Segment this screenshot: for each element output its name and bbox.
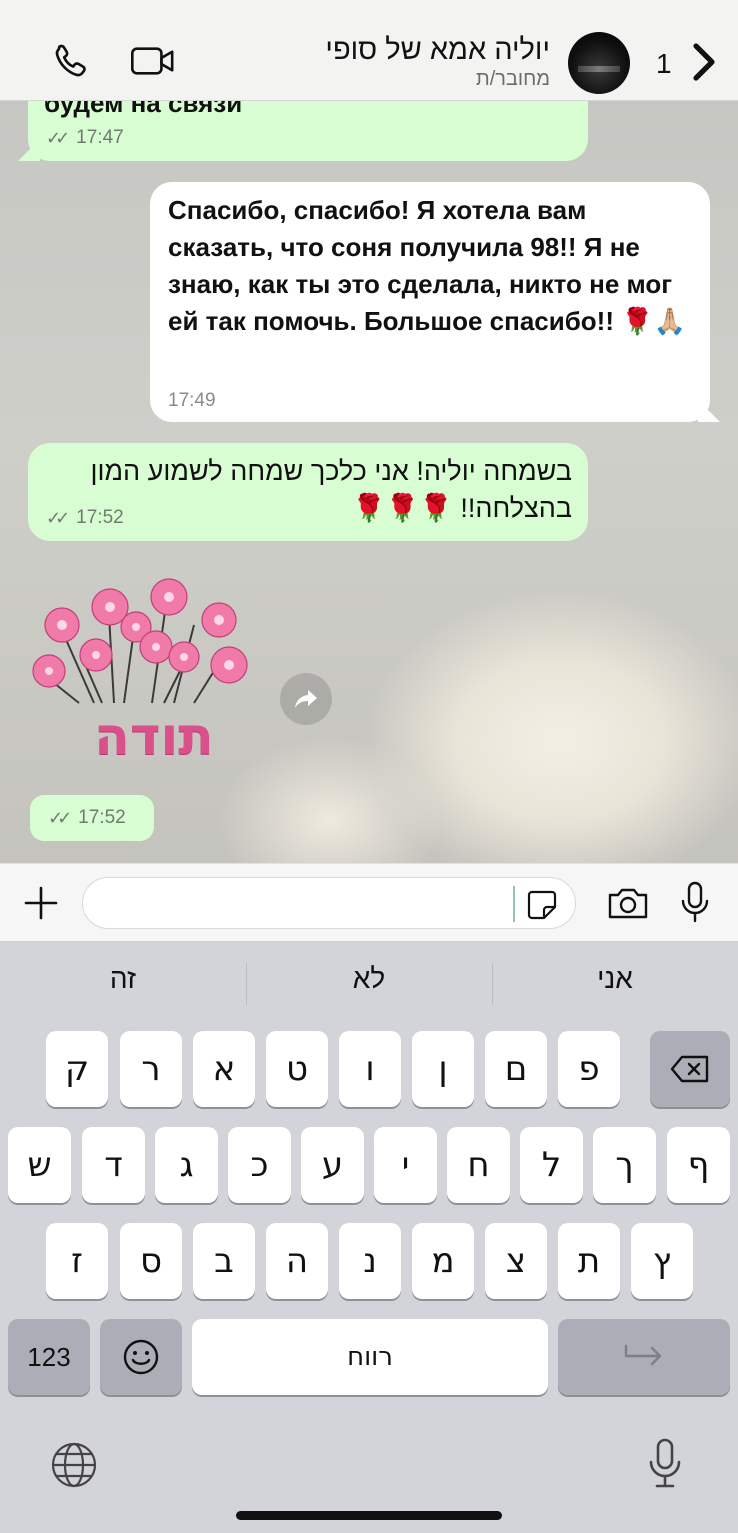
key[interactable]: א <box>193 1031 255 1107</box>
key[interactable]: ה <box>266 1223 328 1299</box>
message-bubble-incoming[interactable]: Спасибо, спасибо! Я хотела вам сказать, … <box>150 182 720 422</box>
key[interactable]: נ <box>339 1223 401 1299</box>
key[interactable]: ל <box>520 1127 583 1203</box>
key[interactable]: ך <box>593 1127 656 1203</box>
key[interactable]: ש <box>8 1127 71 1203</box>
key[interactable]: ר <box>120 1031 182 1107</box>
message-time: 17:49 <box>168 390 216 411</box>
key[interactable]: ו <box>339 1031 401 1107</box>
flowers-illustration <box>32 578 248 704</box>
key[interactable]: ת <box>558 1223 620 1299</box>
return-icon <box>624 1344 662 1366</box>
key[interactable]: ם <box>485 1031 547 1107</box>
suggestion[interactable]: אני <box>492 963 738 995</box>
message-input-bar <box>0 863 738 941</box>
globe-icon[interactable] <box>48 1439 100 1491</box>
phone-icon[interactable] <box>48 38 94 84</box>
emoji-key[interactable] <box>100 1319 182 1395</box>
plus-icon[interactable] <box>20 882 62 924</box>
key[interactable]: צ <box>485 1223 547 1299</box>
back-chevron-icon[interactable] <box>690 42 718 87</box>
message-time: ✓✓ 17:52 <box>48 807 126 828</box>
avatar[interactable] <box>568 32 630 94</box>
key[interactable]: ץ <box>631 1223 693 1299</box>
key[interactable]: ן <box>412 1031 474 1107</box>
bubble-tail <box>698 400 720 422</box>
text-caret <box>513 886 515 922</box>
forward-icon[interactable] <box>280 673 332 725</box>
numbers-key[interactable]: 123 <box>8 1319 90 1395</box>
key[interactable]: ב <box>193 1223 255 1299</box>
space-key[interactable]: רווח <box>192 1319 548 1395</box>
read-receipt-icon: ✓✓ <box>46 127 70 148</box>
sticker-icon[interactable] <box>525 888 559 922</box>
key[interactable]: ג <box>155 1127 218 1203</box>
key[interactable]: ע <box>301 1127 364 1203</box>
message-time: ✓✓ 17:52 <box>46 507 124 528</box>
key[interactable]: ט <box>266 1031 328 1107</box>
contact-status: מחובר/ת <box>475 68 550 90</box>
emoji-icon <box>123 1339 159 1375</box>
message-input[interactable] <box>82 877 576 929</box>
key[interactable]: ק <box>46 1031 108 1107</box>
video-call-icon[interactable] <box>130 38 176 84</box>
sticker-text: תודה <box>94 707 214 767</box>
chat-header: יוליה אמא של סופי מחובר/ת 1 <box>0 0 738 101</box>
contact-name[interactable]: יוליה אמא של סופי <box>325 34 550 67</box>
suggestion-divider <box>246 963 247 1005</box>
key[interactable]: ף <box>667 1127 730 1203</box>
key[interactable]: י <box>374 1127 437 1203</box>
key[interactable]: ד <box>82 1127 145 1203</box>
message-bubble-outgoing[interactable]: будем на связи ✓✓ 17:47 <box>28 101 588 161</box>
message-bubble-outgoing[interactable]: בשמחה יוליה! אני כלכך שמחה לשמוע המון בה… <box>28 443 588 541</box>
read-receipt-icon: ✓✓ <box>46 507 70 528</box>
message-time: ✓✓ 17:47 <box>46 127 124 148</box>
key[interactable]: מ <box>412 1223 474 1299</box>
message-text: будем на связи <box>44 101 243 118</box>
camera-icon[interactable] <box>604 882 652 924</box>
key[interactable]: ז <box>46 1223 108 1299</box>
suggestion[interactable]: לא <box>246 963 492 995</box>
suggestion-bar: אני לא זה <box>0 941 738 1025</box>
suggestion-divider <box>492 963 493 1005</box>
dictation-microphone-icon[interactable] <box>642 1435 688 1493</box>
suggestion[interactable]: זה <box>0 963 246 995</box>
key[interactable]: ח <box>447 1127 510 1203</box>
chat-area[interactable]: будем на связи ✓✓ 17:47 Спасибо, спасибо… <box>0 101 738 863</box>
read-receipt-icon: ✓✓ <box>48 807 72 828</box>
backspace-icon <box>670 1055 709 1083</box>
microphone-icon[interactable] <box>674 878 716 928</box>
unread-count[interactable]: 1 <box>656 48 672 80</box>
keyboard: אני לא זה ק ר א ט ו ן ם פ ש ד ג כ ע י ח … <box>0 941 738 1533</box>
key[interactable]: פ <box>558 1031 620 1107</box>
return-key[interactable] <box>558 1319 730 1395</box>
message-text: Спасибо, спасибо! Я хотела вам сказать, … <box>168 195 686 336</box>
backspace-key[interactable] <box>650 1031 730 1107</box>
sticker-time-pill: ✓✓ 17:52 <box>30 795 154 841</box>
key[interactable]: ס <box>120 1223 182 1299</box>
thank-you-sticker[interactable]: תודה <box>24 575 268 775</box>
home-indicator[interactable] <box>236 1511 502 1520</box>
key[interactable]: כ <box>228 1127 291 1203</box>
